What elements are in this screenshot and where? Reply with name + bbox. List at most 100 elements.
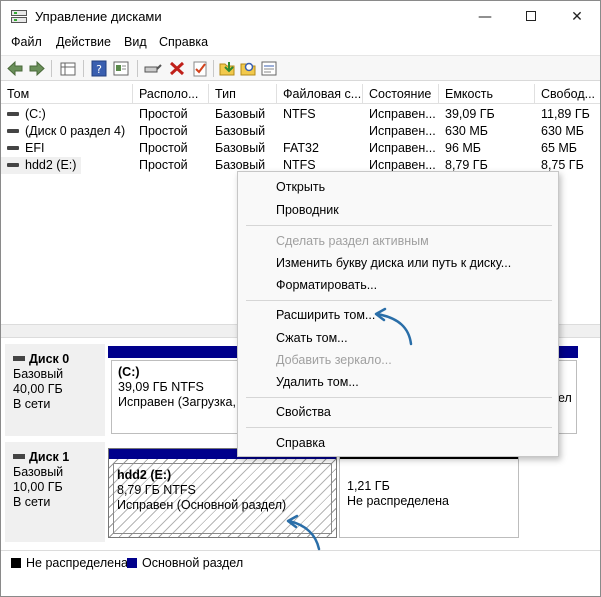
window-title: Управление дисками (35, 9, 162, 24)
fs-cell: FAT32 (283, 141, 319, 155)
partition-size: 8,79 ГБ NTFS (117, 483, 196, 497)
partition-name: hdd2 (E:) (117, 468, 172, 482)
capacity-cell: 630 МБ (445, 124, 488, 138)
title-bar: Управление дисками — ✕ (1, 1, 600, 33)
legend-primary: Основной раздел (142, 556, 244, 570)
search-icon[interactable] (238, 59, 258, 78)
partition-status: Не распределена (347, 494, 449, 508)
table-header: Том Располо... Тип Файловая с... Состоян… (1, 84, 600, 104)
ctx-delete-volume[interactable]: Удалить том... (276, 375, 359, 389)
type-cell: Базовый (215, 107, 266, 121)
table-row[interactable]: (C:) Простой Базовый NTFS Исправен... 39… (1, 106, 600, 123)
free-cell: 11,89 ГБ (541, 107, 590, 121)
status-cell: Исправен... (369, 107, 436, 121)
volume-icon (7, 162, 19, 167)
ctx-help[interactable]: Справка (276, 436, 325, 450)
partition-size: 1,21 ГБ (347, 479, 390, 493)
toolbar: ? (1, 55, 600, 81)
ctx-change-letter[interactable]: Изменить букву диска или путь к диску... (276, 256, 511, 270)
volume-name: (C:) (25, 107, 46, 121)
status-cell: Исправен... (369, 141, 436, 155)
disk-size: 40,00 ГБ (13, 382, 63, 396)
menu-view[interactable]: Вид (124, 35, 147, 49)
close-button[interactable]: ✕ (554, 1, 600, 33)
menu-action[interactable]: Действие (56, 35, 111, 49)
partition-name: (C:) (118, 365, 140, 379)
col-filesystem[interactable]: Файловая с... (277, 84, 363, 104)
partition-unallocated[interactable]: 1,21 ГБ Не распределена (339, 448, 519, 538)
capacity-cell: 39,09 ГБ (445, 107, 495, 121)
primary-swatch (127, 558, 137, 568)
volume-icon (7, 145, 19, 150)
capacity-cell: 96 МБ (445, 141, 481, 155)
annotation-arrow-icon (286, 514, 321, 551)
col-status[interactable]: Состояние (363, 84, 439, 104)
list-view-icon[interactable] (58, 59, 78, 78)
volume-icon (7, 128, 19, 133)
disk-type: Базовый (13, 367, 64, 381)
volume-name: (Диск 0 раздел 4) (25, 124, 126, 138)
volume-name: EFI (25, 141, 45, 155)
disk-icon (13, 454, 25, 460)
back-icon[interactable] (5, 59, 25, 78)
unallocated-swatch (11, 558, 21, 568)
table-row[interactable]: EFI Простой Базовый FAT32 Исправен... 96… (1, 140, 600, 157)
col-capacity[interactable]: Емкость (439, 84, 535, 104)
type-cell: Базовый (215, 124, 266, 138)
help-icon[interactable]: ? (89, 59, 109, 78)
menu-file[interactable]: Файл (11, 35, 42, 49)
col-type[interactable]: Тип (209, 84, 277, 104)
disk-type: Базовый (13, 465, 64, 479)
ctx-explorer[interactable]: Проводник (276, 203, 339, 217)
ctx-format[interactable]: Форматировать... (276, 278, 377, 292)
legend-unallocated: Не распределена (26, 556, 128, 570)
ctx-shrink-volume[interactable]: Сжать том... (276, 331, 348, 345)
properties-icon[interactable] (111, 59, 131, 78)
connect-icon[interactable] (143, 59, 163, 78)
ctx-add-mirror: Добавить зеркало... (276, 353, 392, 367)
disk-management-window: Управление дисками — ✕ Файл Действие Вид… (0, 0, 601, 597)
check-icon[interactable] (190, 59, 210, 78)
forward-icon[interactable] (27, 59, 47, 78)
new-volume-icon[interactable] (217, 59, 237, 78)
svg-text:?: ? (96, 63, 102, 76)
maximize-button[interactable] (508, 1, 554, 33)
status-cell: Исправен... (369, 124, 436, 138)
col-layout[interactable]: Располо... (133, 84, 209, 104)
ctx-properties[interactable]: Свойства (276, 405, 331, 419)
disk-name: Диск 1 (29, 450, 70, 464)
disk-icon (13, 356, 25, 362)
disk-0-info[interactable]: Диск 0 Базовый 40,00 ГБ В сети (5, 344, 105, 436)
volume-icon (7, 111, 19, 116)
partition-status: Исправен (Загрузка, Ф (118, 395, 249, 409)
col-volume[interactable]: Том (1, 84, 133, 104)
free-cell: 65 МБ (541, 141, 577, 155)
layout-cell: Простой (139, 124, 188, 138)
table-row[interactable]: (Диск 0 раздел 4) Простой Базовый Исправ… (1, 123, 600, 140)
free-cell: 630 МБ (541, 124, 584, 138)
layout-cell: Простой (139, 141, 188, 155)
disk-1-info[interactable]: Диск 1 Базовый 10,00 ГБ В сети (5, 442, 105, 542)
disk-management-icon (11, 10, 27, 24)
partition-size: 39,09 ГБ NTFS (118, 380, 204, 394)
partition-c[interactable]: (C:) 39,09 ГБ NTFS Исправен (Загрузка, Ф (111, 360, 249, 434)
disk-name: Диск 0 (29, 352, 70, 366)
layout-cell: Простой (139, 107, 188, 121)
delete-icon[interactable] (167, 59, 187, 78)
menu-bar: Файл Действие Вид Справка (1, 33, 600, 53)
partition-status: ел (558, 391, 572, 405)
menu-help[interactable]: Справка (159, 35, 208, 49)
fs-cell (277, 123, 363, 140)
annotation-arrow-icon (374, 307, 413, 346)
ctx-mark-active: Сделать раздел активным (276, 234, 429, 248)
minimize-button[interactable]: — (462, 1, 508, 33)
disk-size: 10,00 ГБ (13, 480, 63, 494)
ctx-extend-volume[interactable]: Расширить том... (276, 308, 375, 322)
col-free[interactable]: Свобод... (535, 84, 600, 104)
fs-cell: NTFS (283, 107, 316, 121)
type-cell: Базовый (215, 141, 266, 155)
details-icon[interactable] (259, 59, 279, 78)
partition-status: Исправен (Основной раздел) (117, 498, 287, 512)
ctx-open[interactable]: Открыть (276, 180, 325, 194)
disk-state: В сети (13, 495, 51, 509)
